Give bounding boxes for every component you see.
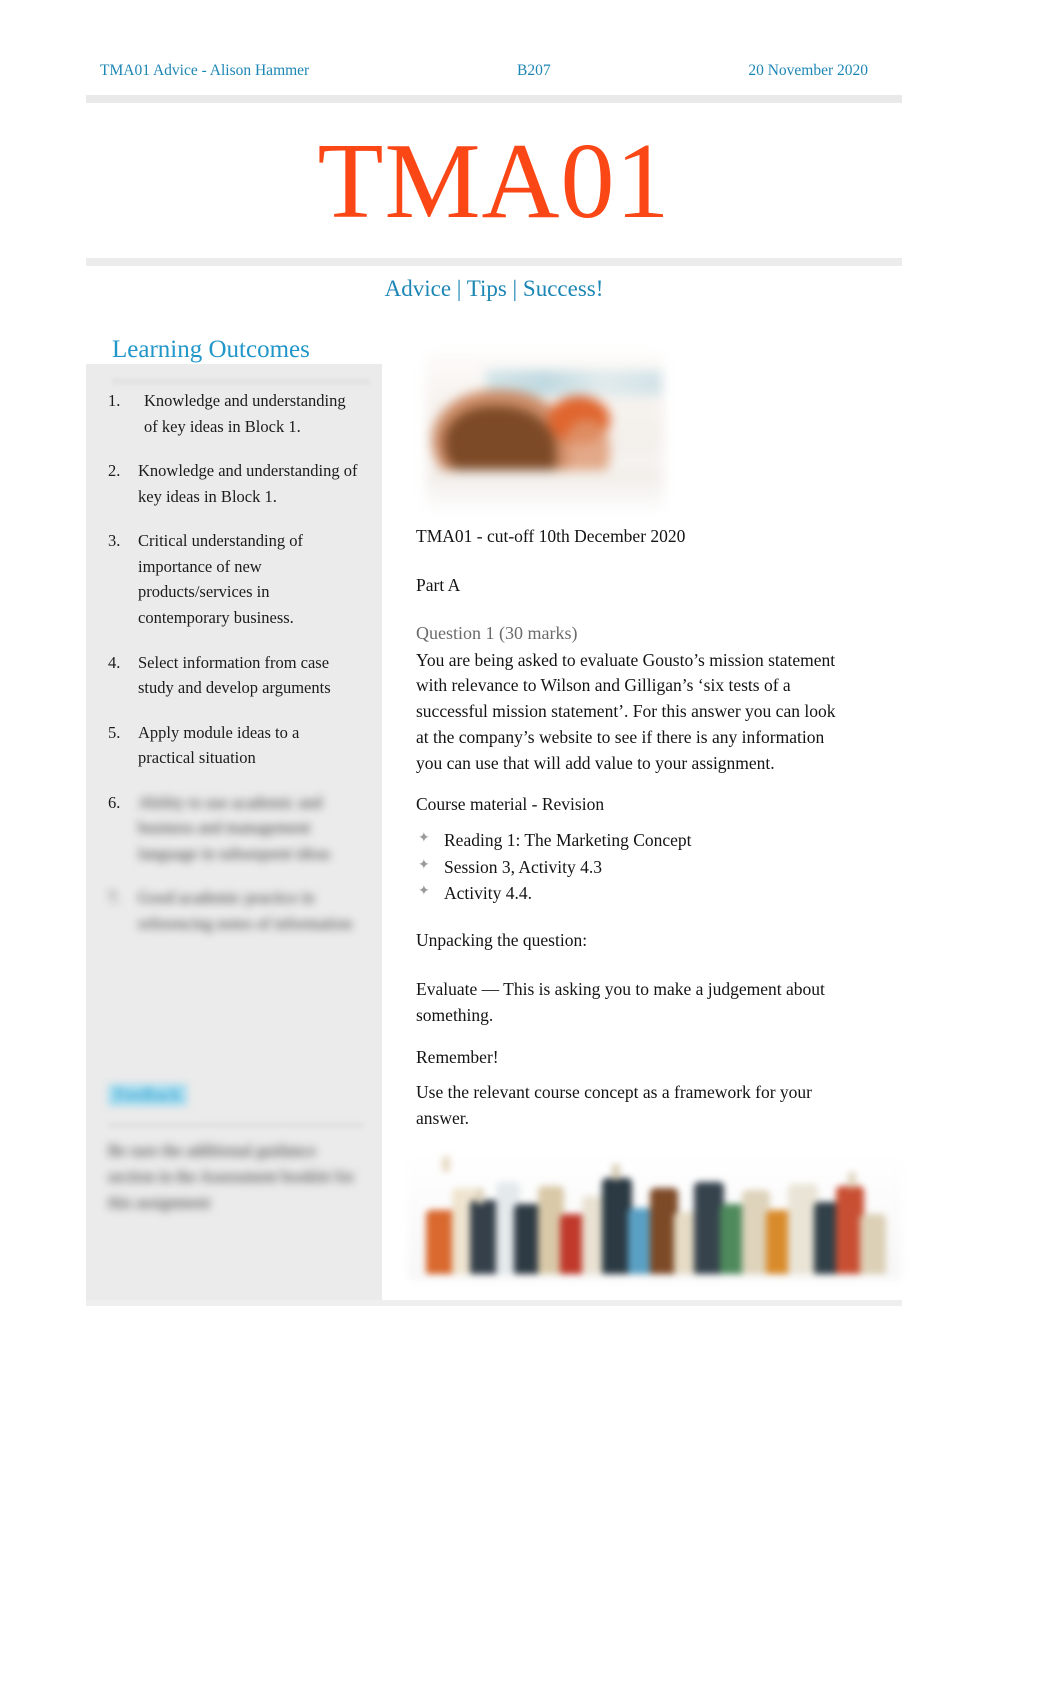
hero-photo-foreground-strip bbox=[426, 470, 664, 512]
question-label: Question 1 (30 marks) bbox=[416, 622, 578, 643]
subtitle-bar: Advice | Tips | Success! bbox=[86, 268, 902, 310]
sidebar-title: Learning Outcomes bbox=[112, 336, 310, 363]
evaluate-text: Evaluate — This is asking you to make a … bbox=[416, 979, 825, 1026]
sidebar-subdivider bbox=[108, 1122, 364, 1128]
list-item: ✦ Activity 4.4. bbox=[416, 880, 902, 906]
course-material-list: ✦ Reading 1: The Marketing Concept ✦ Ses… bbox=[416, 827, 902, 906]
list-item: 2. Knowledge and understanding of key id… bbox=[108, 458, 360, 509]
list-item-number: 7. bbox=[108, 888, 121, 908]
subtitle-text: Advice | Tips | Success! bbox=[384, 276, 604, 301]
bottles-photo-shape bbox=[848, 1172, 856, 1188]
list-item-text: Knowledge and understanding of key ideas… bbox=[144, 391, 346, 436]
hero-photo bbox=[426, 354, 664, 512]
remember-heading: Remember! bbox=[416, 1046, 499, 1067]
course-material-heading: Course material - Revision bbox=[416, 794, 605, 815]
sidebar-subheading: Feedback bbox=[108, 1084, 358, 1106]
question-text: You are being asked to evaluate Gousto’s… bbox=[416, 649, 836, 773]
list-item-number: 5. bbox=[108, 722, 121, 742]
unpacking-heading: Unpacking the question: bbox=[416, 930, 588, 951]
bottles-photo-shape bbox=[476, 1188, 484, 1204]
footer-divider bbox=[86, 1300, 902, 1306]
list-item-text: Apply module ideas to a practical situat… bbox=[138, 722, 300, 768]
list-item-text: Session 3, Activity 4.3 bbox=[444, 856, 602, 877]
header-divider bbox=[86, 95, 902, 103]
list-item: 4. Select information from case study an… bbox=[108, 650, 360, 701]
list-item-text: Select information from case study and d… bbox=[138, 652, 331, 698]
sparkle-bullet-icon: ✦ bbox=[418, 857, 430, 873]
header-module: B207 bbox=[516, 62, 551, 79]
sparkle-bullet-icon: ✦ bbox=[418, 883, 430, 899]
sparkle-bullet-icon: ✦ bbox=[418, 831, 430, 847]
list-item-text: Activity 4.4. bbox=[444, 882, 532, 903]
list-item-number: 4. bbox=[108, 652, 121, 672]
list-item: 7. Good academic practice in referencing… bbox=[108, 885, 360, 936]
sidebar-subbody-text: Be sure the additional guidance section … bbox=[108, 1141, 355, 1213]
list-item-number: 3. bbox=[108, 531, 121, 551]
remember-text: Use the relevant course concept as a fra… bbox=[416, 1081, 813, 1128]
list-item: 3. Critical understanding of importance … bbox=[108, 528, 360, 630]
banner-divider bbox=[86, 258, 902, 266]
list-item-text: Good academic practice in referencing no… bbox=[138, 888, 352, 933]
bottles-photo-shape bbox=[860, 1214, 886, 1274]
document-header: TMA01 Advice - Alison Hammer B207 20 Nov… bbox=[100, 56, 868, 86]
bottles-photo bbox=[408, 1150, 902, 1280]
learning-outcomes-list: 1. Knowledge and understanding of key id… bbox=[108, 388, 360, 956]
list-item: 6. Ability to use academic and business … bbox=[108, 790, 360, 867]
header-author: TMA01 Advice - Alison Hammer bbox=[100, 62, 310, 79]
list-item: 5. Apply module ideas to a practical sit… bbox=[108, 720, 360, 771]
header-date: 20 November 2020 bbox=[748, 62, 868, 79]
list-item-text: Knowledge and understanding of key ideas… bbox=[138, 461, 358, 506]
list-item: 1. Knowledge and understanding of key id… bbox=[108, 388, 360, 439]
list-item: ✦ Session 3, Activity 4.3 bbox=[416, 854, 902, 880]
list-item-text: Ability to use academic and business and… bbox=[138, 792, 330, 863]
list-item-number: 2. bbox=[108, 461, 121, 481]
list-item-number: 6. bbox=[108, 792, 121, 812]
list-item-number: 1. bbox=[108, 391, 121, 410]
list-item-text: Critical understanding of importance of … bbox=[138, 531, 303, 627]
list-item: ✦ Reading 1: The Marketing Concept bbox=[416, 827, 902, 853]
part-label: Part A bbox=[416, 575, 461, 596]
sidebar-subheading-label: Feedback bbox=[108, 1084, 188, 1106]
sidebar-divider bbox=[112, 378, 370, 385]
document-page: TMA01 Advice - Alison Hammer B207 20 Nov… bbox=[0, 0, 1062, 1691]
bottles-photo-shape bbox=[612, 1164, 620, 1180]
title-banner: TMA01 bbox=[86, 107, 902, 257]
cutoff-line: TMA01 - cut-off 10th December 2020 bbox=[416, 526, 686, 546]
page-title: TMA01 bbox=[317, 122, 671, 241]
list-item-text: Reading 1: The Marketing Concept bbox=[444, 830, 692, 851]
bottles-photo-shape bbox=[442, 1156, 450, 1172]
main-text-block: TMA01 - cut-off 10th December 2020 Part … bbox=[408, 524, 902, 1149]
learning-outcomes-sidebar: Learning Outcomes 1. Knowledge and under… bbox=[86, 322, 382, 1302]
document-body: Learning Outcomes 1. Knowledge and under… bbox=[86, 322, 902, 1312]
